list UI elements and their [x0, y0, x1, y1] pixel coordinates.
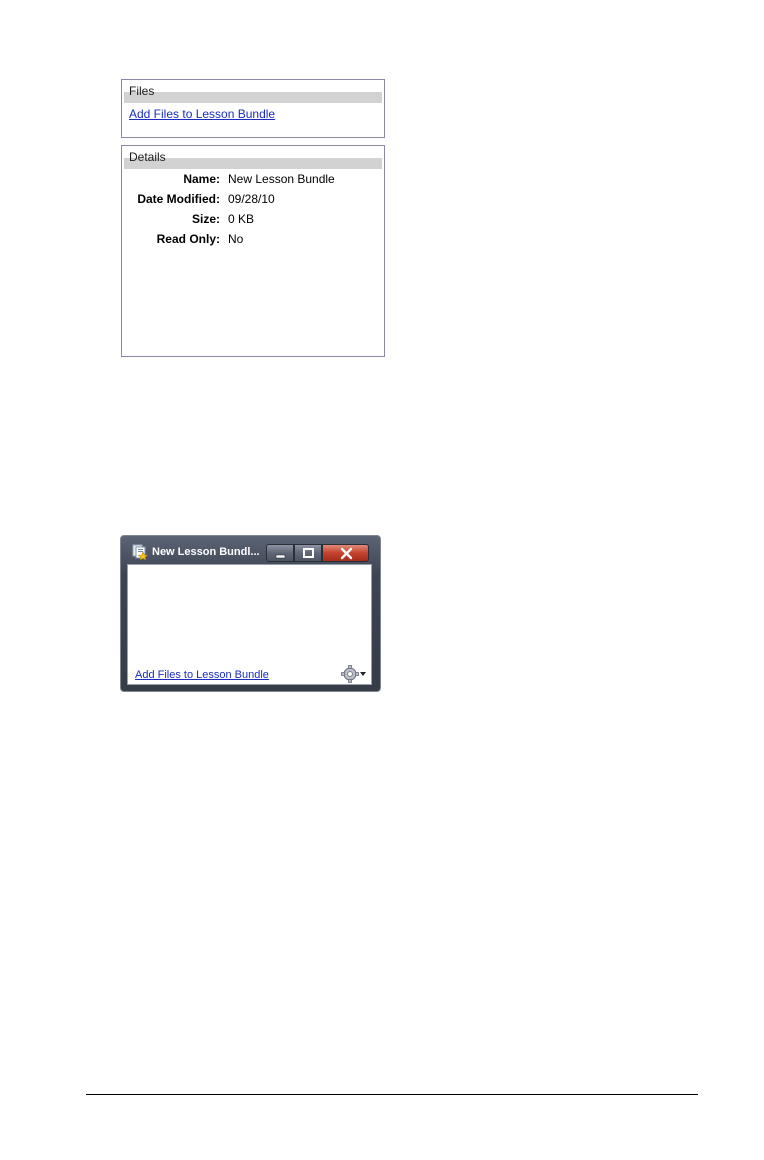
detail-label: Size: [191, 212, 220, 226]
maximize-button[interactable] [294, 544, 322, 562]
close-button[interactable] [322, 544, 369, 562]
window-title: New Lesson Bundl... [152, 546, 260, 558]
lesson-bundle-icon [132, 544, 148, 560]
files-panel-header-bar [124, 92, 382, 103]
detail-label: Date Modified: [137, 192, 220, 206]
detail-label: Read Only: [156, 232, 220, 246]
minimize-icon [275, 554, 286, 559]
files-panel-title: Files [129, 84, 155, 98]
page: Files Add Files to Lesson Bundle Details… [0, 0, 764, 1160]
detail-row-date-modified: Date Modified: 09/28/10 [122, 191, 384, 207]
detail-value: 09/28/10 [228, 192, 275, 206]
details-panel: Details Name: New Lesson Bundle Date Mod… [121, 145, 385, 357]
close-icon [340, 547, 353, 560]
detail-value: No [228, 232, 244, 246]
files-panel: Files Add Files to Lesson Bundle [121, 79, 385, 138]
gear-icon[interactable] [341, 665, 367, 683]
add-files-link[interactable]: Add Files to Lesson Bundle [135, 668, 269, 682]
detail-label: Name: [183, 172, 220, 186]
detail-row-read-only: Read Only: No [122, 231, 384, 247]
lesson-bundle-window: New Lesson Bundl... Add Files to Lesson … [120, 535, 381, 692]
detail-row-size: Size: 0 KB [122, 211, 384, 227]
window-content-area: Add Files to Lesson Bundle [127, 564, 372, 685]
add-files-link[interactable]: Add Files to Lesson Bundle [129, 107, 275, 121]
maximize-icon [303, 548, 314, 558]
detail-value: New Lesson Bundle [228, 172, 335, 186]
detail-row-name: Name: New Lesson Bundle [122, 171, 384, 187]
detail-value: 0 KB [228, 212, 255, 226]
details-panel-title: Details [129, 150, 166, 164]
footer-rule [86, 1094, 698, 1095]
minimize-button[interactable] [266, 544, 294, 562]
